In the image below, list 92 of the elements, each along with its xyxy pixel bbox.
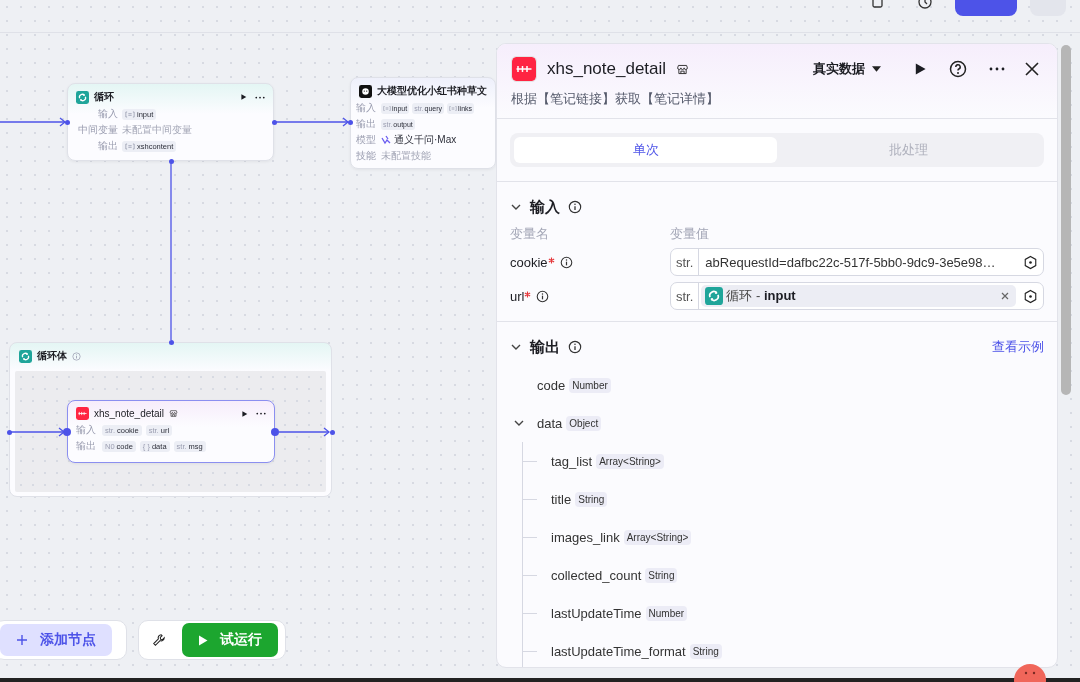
node-field-label: 输入: [76, 423, 96, 437]
panel-title: xhs_note_detail: [547, 59, 667, 79]
view-example-link[interactable]: 查看示例: [992, 338, 1044, 356]
output-field-name: code: [537, 377, 566, 393]
type-tag: String: [689, 643, 722, 659]
wrench-icon[interactable]: [152, 633, 166, 647]
node-title: 大模型优化小红书种草文: [377, 84, 487, 98]
app-logo-icon: [511, 56, 537, 82]
loop-body-title: 循环体: [37, 349, 67, 363]
model-name: 通义千问·Max: [394, 133, 457, 147]
port-dot[interactable]: [63, 428, 71, 436]
info-icon[interactable]: [536, 289, 550, 303]
type-tag: Array<String>: [596, 453, 664, 469]
more-icon[interactable]: [989, 67, 1005, 71]
parameter-name: url: [510, 288, 525, 304]
play-icon[interactable]: [241, 409, 248, 418]
node-field-label: 输出: [76, 439, 96, 453]
node-field-label: 模型: [356, 133, 376, 147]
connector-line: [10, 427, 66, 437]
array-type-icon: [449, 104, 458, 112]
node-field-value: 未配置中间变量: [122, 123, 192, 137]
output-field-name: lastUpdateTime_format: [551, 643, 686, 659]
port-dot[interactable]: [168, 158, 174, 164]
node-field-label: 中间变量: [77, 123, 118, 137]
help-icon[interactable]: [949, 60, 967, 78]
port-dot[interactable]: [168, 339, 174, 345]
port-dot[interactable]: [64, 119, 70, 125]
node-field-label: 技能: [356, 149, 376, 163]
port-dot[interactable]: [6, 429, 12, 435]
node-field-label: 输入: [97, 107, 118, 121]
data-mode-dropdown[interactable]: 真实数据: [807, 59, 887, 79]
array-type-icon: [383, 104, 391, 112]
column-header: 变量名: [510, 225, 550, 243]
output-field-name: tag_list: [551, 453, 593, 469]
plus-icon: [16, 634, 28, 646]
play-icon[interactable]: [240, 93, 247, 101]
play-icon: [198, 634, 208, 646]
output-field-name: collected_count: [551, 567, 642, 583]
node-field-value: 未配置技能: [381, 149, 431, 163]
array-type-icon: [125, 142, 135, 150]
scrollbar[interactable]: [1061, 45, 1071, 395]
play-icon[interactable]: [913, 62, 927, 76]
output-field-name: title: [551, 491, 572, 507]
loop-icon: [19, 349, 32, 363]
column-header: 变量值: [670, 225, 710, 243]
assistant-icon[interactable]: [1014, 662, 1046, 682]
type-tag: String: [575, 491, 608, 507]
node-field-label: 输入: [356, 101, 376, 115]
section-title: 输入: [530, 197, 560, 217]
type-tag: Number: [569, 377, 611, 393]
array-type-icon: [125, 110, 135, 118]
more-icon[interactable]: [255, 95, 265, 99]
output-field-name: data: [537, 415, 563, 431]
type-tag: Number: [645, 605, 688, 621]
app-logo-icon: [76, 407, 89, 420]
add-node-button[interactable]: 添加节点: [0, 624, 112, 656]
connector-line: [0, 117, 67, 127]
close-icon[interactable]: [1025, 62, 1039, 76]
port-dot[interactable]: [271, 428, 279, 436]
port-dot[interactable]: [271, 119, 277, 125]
variable-icon[interactable]: [1023, 254, 1038, 270]
loop-icon: [705, 287, 724, 305]
info-icon[interactable]: [568, 340, 582, 354]
store-icon: [676, 62, 690, 76]
bot-icon: [359, 84, 372, 98]
parameter-name: cookie: [510, 254, 548, 270]
node-title: xhs_note_detail: [94, 408, 165, 419]
type-tag: Array<String>: [623, 529, 692, 545]
output-field-name: lastUpdateTime: [551, 605, 642, 621]
caret-icon: [872, 66, 881, 72]
info-icon[interactable]: [568, 200, 582, 214]
value-field[interactable]: str. abRequestId=dafbc22c-517f-5bb0-9dc9-3e5e98…: [670, 248, 1044, 276]
variable-icon[interactable]: [1023, 288, 1038, 304]
node-field-label: 输出: [356, 117, 376, 131]
value-field[interactable]: str. 循环 - input: [670, 282, 1044, 310]
port-dot[interactable]: [329, 429, 335, 435]
section-title: 输出: [530, 337, 560, 357]
store-icon: [169, 409, 179, 418]
connector-line: [278, 427, 331, 437]
output-field-name: images_link: [551, 529, 620, 545]
mode-tab[interactable]: 单次: [514, 137, 777, 163]
node-title: 循环: [94, 90, 115, 104]
node-field-label: 输出: [97, 139, 118, 153]
port-dot[interactable]: [347, 119, 353, 125]
model-icon: [381, 135, 391, 145]
info-icon[interactable]: [559, 255, 573, 269]
type-tag: String: [645, 567, 678, 583]
loop-icon: [76, 90, 89, 104]
panel-description: 根据【笔记链接】获取【笔记详情】: [511, 90, 720, 108]
clear-icon[interactable]: [1001, 292, 1009, 300]
more-icon[interactable]: [256, 412, 266, 415]
type-tag: Object: [566, 415, 602, 431]
